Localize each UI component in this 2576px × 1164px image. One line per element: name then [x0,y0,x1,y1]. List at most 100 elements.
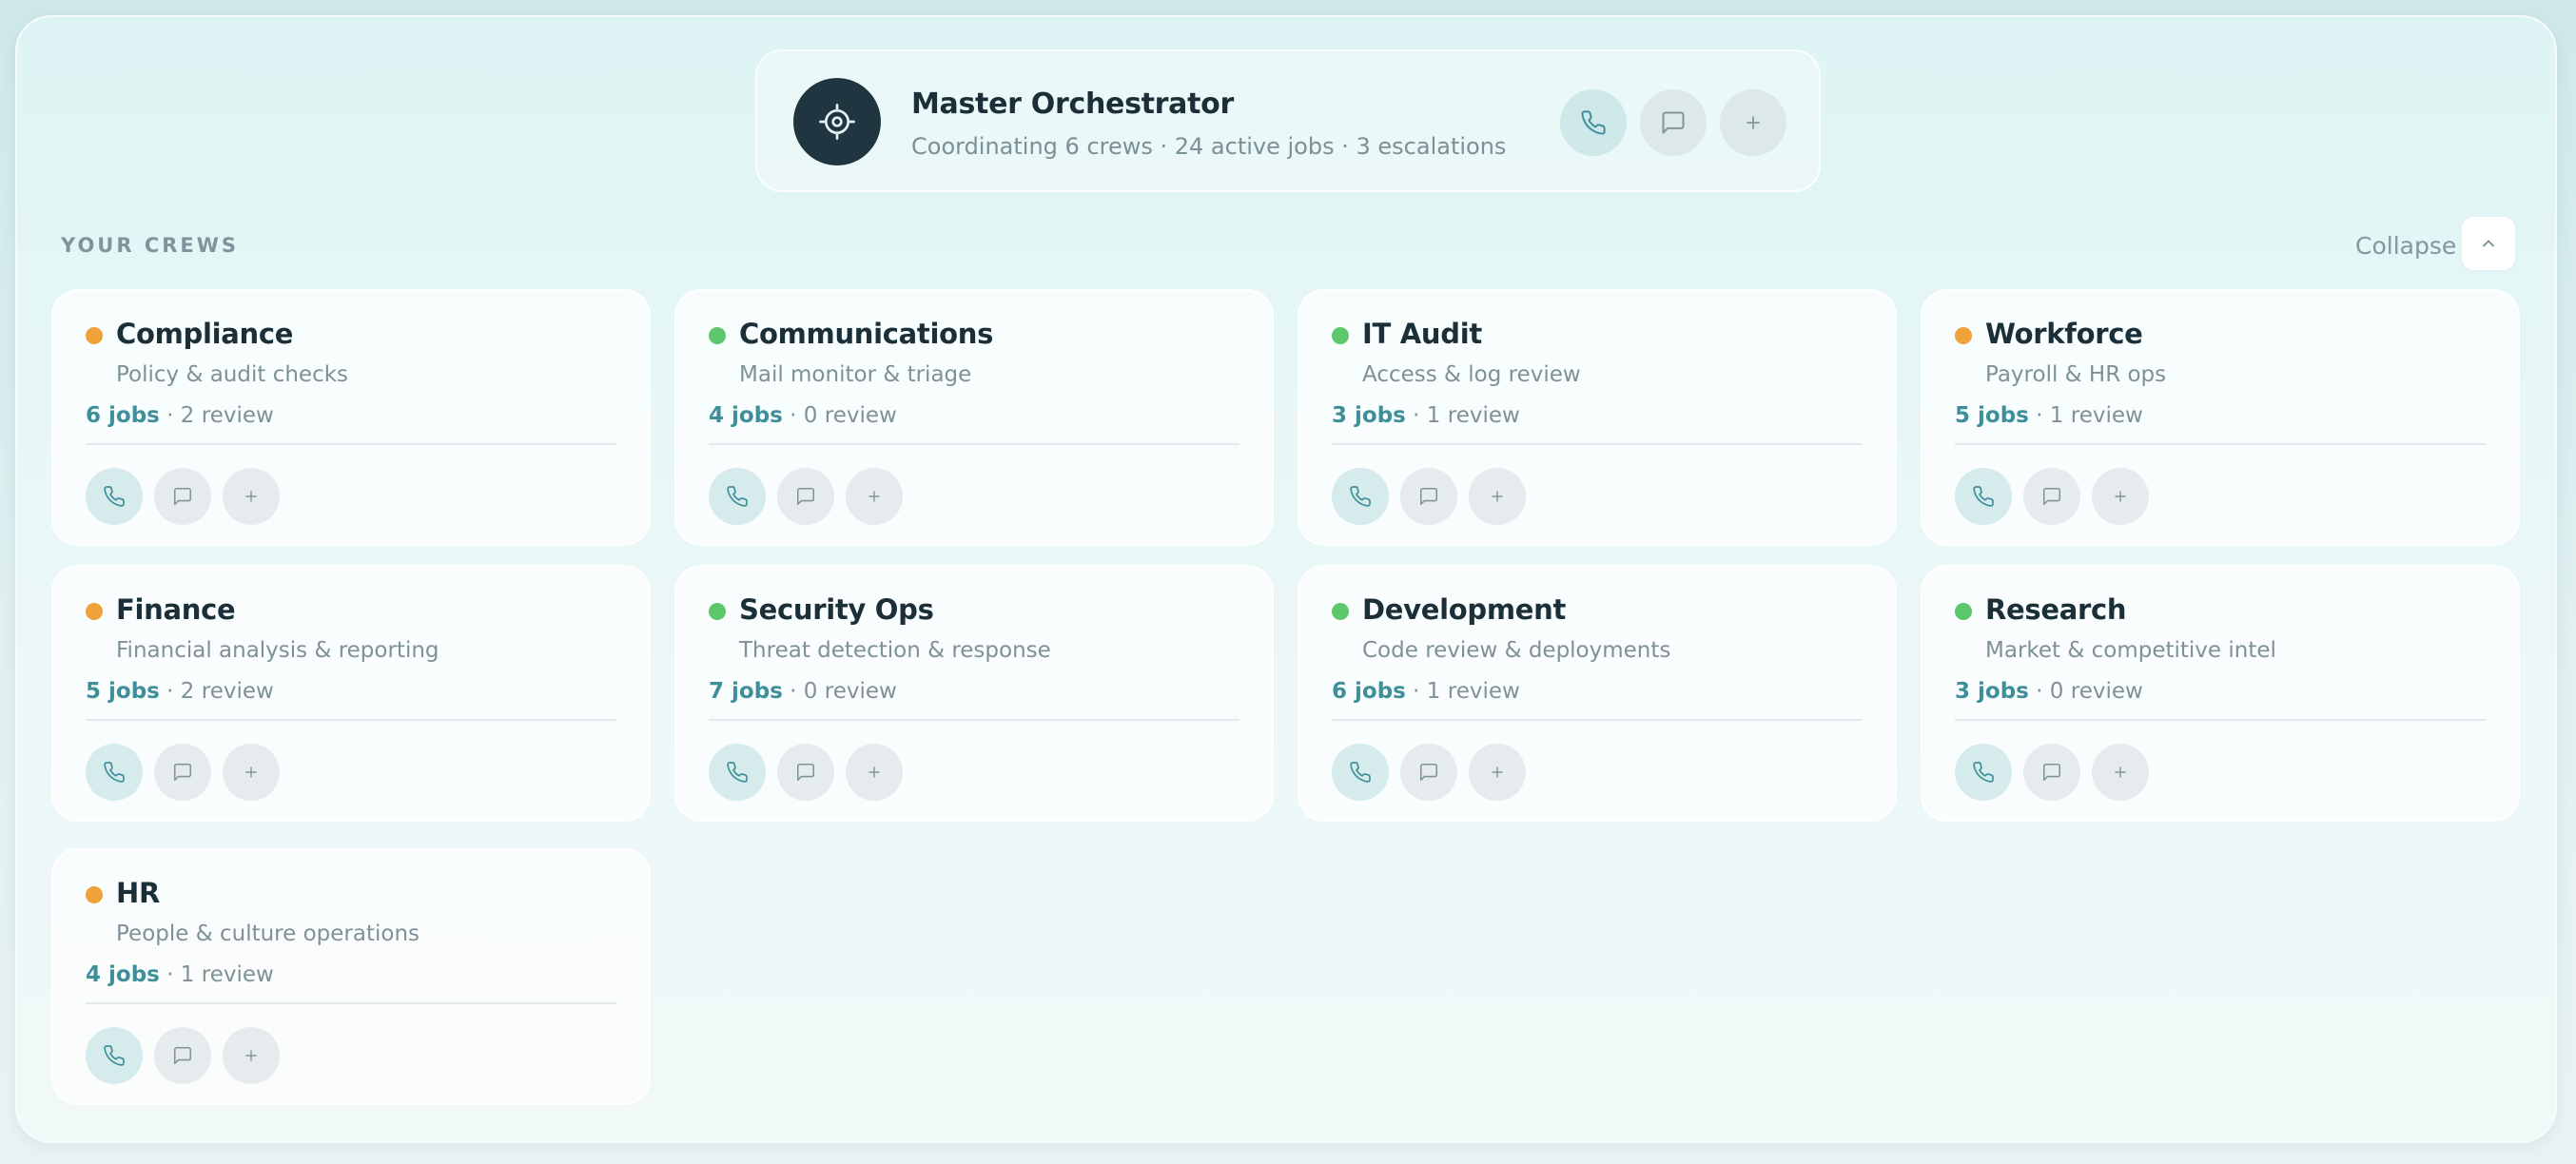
crew-stats: 5 jobs · 1 review [1955,403,2143,428]
master-actions [1560,89,1786,156]
crew-add-button[interactable] [1469,744,1526,801]
phone-icon [1973,762,1994,783]
crew-card[interactable]: Development Code review & deployments 6 jo… [1298,565,1897,822]
collapse-label[interactable]: Collapse [2355,232,2456,260]
crew-name: Finance [116,593,236,626]
crew-add-button[interactable] [846,744,903,801]
crew-actions [86,1027,280,1084]
crew-description: Payroll & HR ops [1985,362,2167,387]
crew-message-button[interactable] [777,744,834,801]
stat-separator: · [1405,679,1427,704]
crew-review: 1 review [1426,679,1520,704]
phone-icon [104,1045,125,1066]
status-dot [86,603,103,620]
crew-card[interactable]: Compliance Policy & audit checks 6 jobs · … [51,289,651,546]
crew-message-button[interactable] [1400,744,1457,801]
crew-jobs: 6 jobs [1332,679,1406,704]
plus-icon [245,491,257,502]
crew-card[interactable]: IT Audit Access & log review 3 jobs · 1 re… [1298,289,1897,546]
master-call-button[interactable] [1560,89,1627,156]
crew-jobs: 4 jobs [709,403,783,428]
stat-separator: · [782,403,804,428]
crew-jobs: 3 jobs [1332,403,1406,428]
crew-call-button[interactable] [709,744,766,801]
crew-review: 0 review [803,679,897,704]
status-dot [86,327,103,344]
stat-separator: · [1405,403,1427,428]
stat-separator: · [782,679,804,704]
crew-add-button[interactable] [223,744,280,801]
crew-card[interactable]: Finance Financial analysis & reporting 5 j… [51,565,651,822]
crew-card[interactable]: Security Ops Threat detection & response 7… [674,565,1274,822]
divider [1332,719,1863,721]
crew-add-button[interactable] [2092,744,2149,801]
collapse-button[interactable] [2462,217,2515,270]
crew-name: Development [1362,593,1567,626]
status-dot [1332,327,1349,344]
phone-icon [1973,486,1994,507]
crew-review: 1 review [1426,403,1520,428]
crew-add-button[interactable] [846,468,903,525]
crew-call-button[interactable] [1955,468,2012,525]
plus-icon [868,766,880,778]
crew-actions [1332,744,1526,801]
crew-card[interactable]: Communications Mail monitor & triage 4 job… [674,289,1274,546]
message-icon [1419,763,1438,782]
master-add-button[interactable] [1720,89,1786,156]
message-icon [173,763,192,782]
crew-message-button[interactable] [154,1027,211,1084]
crew-stats: 6 jobs · 1 review [1332,679,1520,704]
crew-jobs: 3 jobs [1955,679,2029,704]
crew-card[interactable]: Workforce Payroll & HR ops 5 jobs · 1 revi… [1921,289,2520,546]
crew-call-button[interactable] [1332,468,1389,525]
phone-icon [1350,486,1371,507]
crew-review: 1 review [2049,403,2143,428]
status-dot [709,603,726,620]
crew-call-button[interactable] [1332,744,1389,801]
crew-actions [709,744,903,801]
crew-name: HR [116,877,161,909]
message-icon [796,487,815,506]
status-dot [1955,603,1972,620]
crew-actions [1955,744,2149,801]
crew-call-button[interactable] [709,468,766,525]
crew-actions [86,744,280,801]
crew-message-button[interactable] [2023,468,2080,525]
crew-message-button[interactable] [154,468,211,525]
crew-message-button[interactable] [2023,744,2080,801]
divider [709,443,1239,445]
phone-icon [1581,110,1606,135]
crew-name: Communications [739,318,994,350]
crew-card[interactable]: Research Market & competitive intel 3 jobs… [1921,565,2520,822]
crew-message-button[interactable] [1400,468,1457,525]
crew-stats: 4 jobs · 1 review [86,962,274,987]
crew-call-button[interactable] [86,744,143,801]
crew-description: Mail monitor & triage [739,362,972,387]
message-icon [2042,763,2061,782]
section-title: YOUR CREWS [61,234,240,257]
crew-card[interactable]: HR People & culture operations 4 jobs · 1 … [51,848,651,1105]
status-dot [1955,327,1972,344]
crew-name: IT Audit [1362,318,1482,350]
crew-add-button[interactable] [1469,468,1526,525]
crew-message-button[interactable] [154,744,211,801]
message-icon [1419,487,1438,506]
crew-jobs: 4 jobs [86,962,160,987]
crew-add-button[interactable] [223,1027,280,1084]
crew-stats: 6 jobs · 2 review [86,403,274,428]
divider [1955,443,2486,445]
crew-call-button[interactable] [86,468,143,525]
divider [86,719,616,721]
plus-icon [2115,491,2126,502]
phone-icon [104,762,125,783]
crew-call-button[interactable] [1955,744,2012,801]
plus-icon [245,766,257,778]
crew-add-button[interactable] [2092,468,2149,525]
crew-message-button[interactable] [777,468,834,525]
crew-review: 2 review [180,403,274,428]
crew-call-button[interactable] [86,1027,143,1084]
crew-stats: 3 jobs · 1 review [1332,403,1520,428]
message-icon [1662,111,1685,134]
master-message-button[interactable] [1640,89,1707,156]
crew-add-button[interactable] [223,468,280,525]
